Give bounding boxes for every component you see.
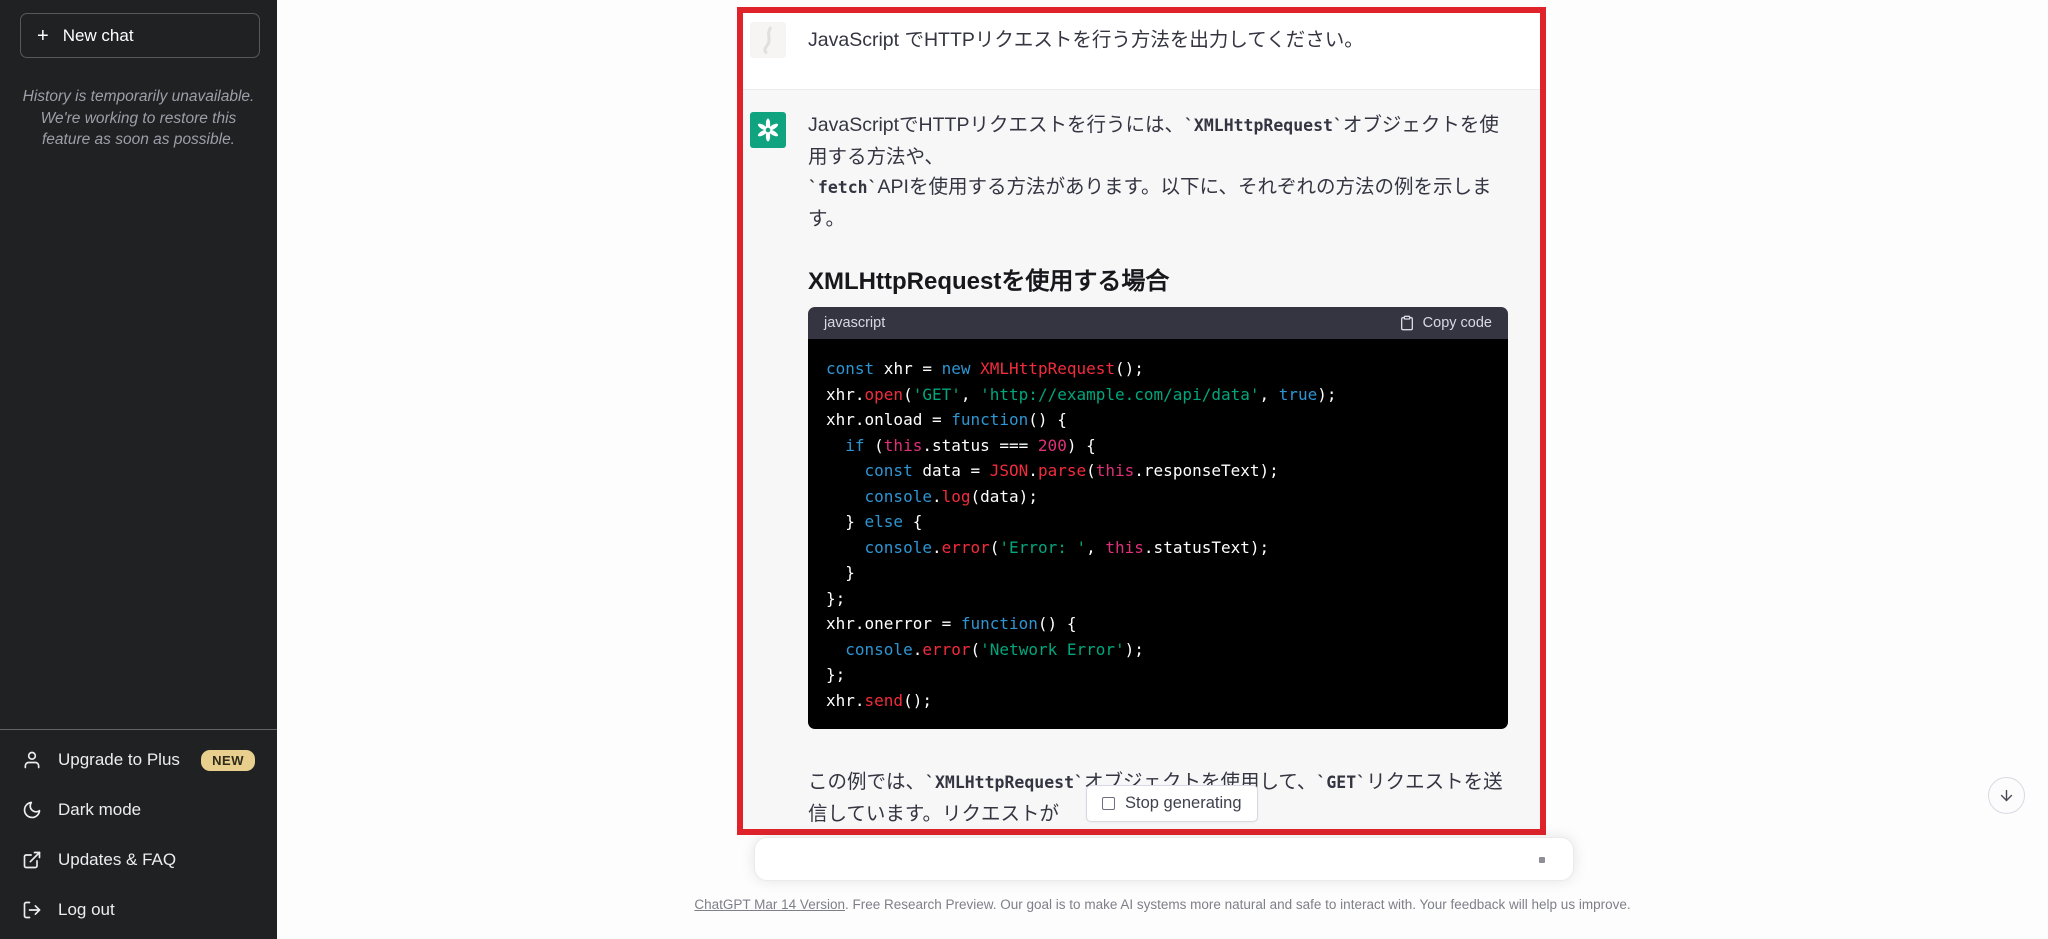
sidebar-item-logout[interactable]: Log out: [10, 885, 267, 935]
assistant-intro-paragraph: JavaScriptでHTTPリクエストを行うには、`XMLHttpReques…: [808, 110, 1508, 234]
stop-icon: [1102, 797, 1115, 810]
person-icon: [22, 750, 42, 770]
message-input[interactable]: [754, 837, 1574, 881]
copy-code-label: Copy code: [1423, 315, 1492, 331]
sidebar-item-dark-mode[interactable]: Dark mode: [10, 785, 267, 835]
conversation-annotated-region: JavaScript でHTTPリクエストを行う方法を出力してください。: [737, 7, 1546, 835]
history-unavailable-notice: History is temporarily unavailable.We're…: [14, 86, 263, 151]
user-avatar-image: [750, 22, 786, 58]
code-language-label: javascript: [824, 315, 885, 331]
sidebar-item-label: Log out: [58, 900, 115, 920]
moon-icon: [22, 800, 42, 820]
sidebar-item-upgrade[interactable]: Upgrade to Plus NEW: [10, 735, 267, 785]
sidebar-item-label: Dark mode: [58, 800, 141, 820]
sidebar-bottom-menu: Upgrade to Plus NEW Dark mode Updates & …: [0, 729, 277, 935]
version-link[interactable]: ChatGPT Mar 14 Version: [694, 897, 845, 912]
sidebar: + New chat History is temporarily unavai…: [0, 0, 277, 939]
arrow-down-icon: [1998, 787, 2015, 804]
plus-icon: +: [37, 26, 49, 46]
section-heading: XMLHttpRequestを使用する場合: [808, 261, 1508, 296]
assistant-avatar: [750, 112, 786, 148]
sidebar-item-updates-faq[interactable]: Updates & FAQ: [10, 835, 267, 885]
new-badge: NEW: [201, 750, 255, 771]
code-block-header: javascript Copy code: [808, 307, 1508, 339]
footer-text: . Free Research Preview. Our goal is to …: [845, 897, 1631, 912]
footer-disclaimer: ChatGPT Mar 14 Version. Free Research Pr…: [277, 897, 2048, 912]
logout-icon: [22, 900, 42, 920]
scroll-to-bottom-button[interactable]: [1988, 777, 2025, 814]
stop-generating-button[interactable]: Stop generating: [1086, 785, 1258, 822]
openai-logo-icon: [755, 117, 781, 143]
clipboard-icon: [1399, 315, 1415, 331]
send-icon[interactable]: [1539, 857, 1545, 863]
sidebar-item-label: Upgrade to Plus: [58, 750, 180, 770]
user-message-text: JavaScript でHTTPリクエストを行う方法を出力してください。: [808, 26, 1508, 55]
chatgpt-app: + New chat History is temporarily unavai…: [0, 0, 2048, 939]
sidebar-item-label: Updates & FAQ: [58, 850, 176, 870]
stop-generating-label: Stop generating: [1125, 794, 1242, 813]
new-chat-button[interactable]: + New chat: [20, 13, 260, 58]
copy-code-button[interactable]: Copy code: [1399, 315, 1492, 331]
code-block: javascript Copy code const xhr = new XML…: [808, 307, 1508, 729]
new-chat-label: New chat: [63, 26, 134, 46]
code-content: const xhr = new XMLHttpRequest();xhr.ope…: [808, 339, 1508, 729]
user-avatar: [750, 22, 786, 58]
external-link-icon: [22, 850, 42, 870]
user-message-row: JavaScript でHTTPリクエストを行う方法を出力してください。: [743, 13, 1540, 90]
assistant-message-row: JavaScriptでHTTPリクエストを行うには、`XMLHttpReques…: [743, 90, 1540, 829]
